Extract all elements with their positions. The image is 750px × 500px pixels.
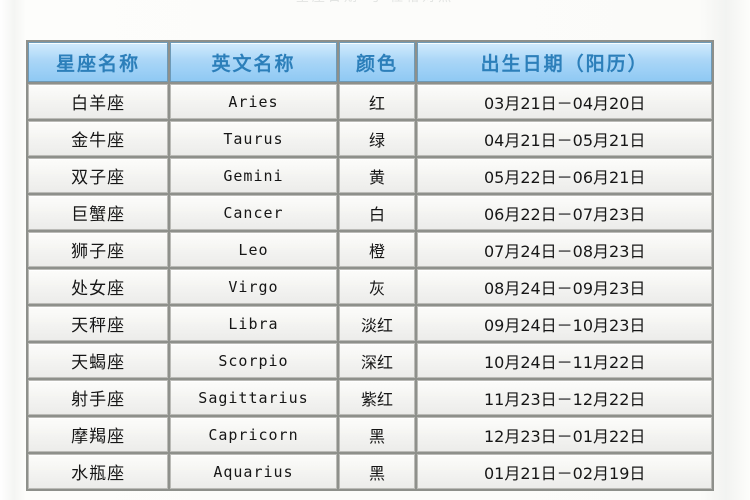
cell-zodiac-name: 处女座 (28, 269, 169, 304)
table-header: 星座名称 英文名称 颜色 出生日期（阳历） (28, 42, 712, 82)
column-header-english-name: 英文名称 (170, 42, 337, 82)
cell-english-name: Libra (170, 306, 337, 341)
cut-off-heading-text: 星座日期 与 性格对照 (296, 0, 454, 5)
cell-birth-date: 06月22日－07月23日 (417, 195, 712, 230)
cell-color: 灰 (338, 269, 416, 304)
table-row: 处女座 Virgo 灰 08月24日－09月23日 (28, 269, 712, 304)
cell-color: 深红 (338, 343, 416, 378)
cell-birth-date: 12月23日－01月22日 (417, 417, 712, 452)
cell-english-name: Leo (170, 232, 337, 267)
cell-english-name: Aries (170, 84, 337, 119)
cell-color: 红 (338, 84, 416, 119)
column-header-zodiac-name: 星座名称 (28, 42, 169, 82)
cell-zodiac-name: 金牛座 (28, 121, 169, 156)
table-row: 摩羯座 Capricorn 黑 12月23日－01月22日 (28, 417, 712, 452)
table-row: 天蝎座 Scorpio 深红 10月24日－11月22日 (28, 343, 712, 378)
cell-english-name: Aquarius (170, 454, 337, 489)
table-row: 天秤座 Libra 淡红 09月24日－10月23日 (28, 306, 712, 341)
cell-birth-date: 04月21日－05月21日 (417, 121, 712, 156)
cell-english-name: Sagittarius (170, 380, 337, 415)
cell-birth-date: 03月21日－04月20日 (417, 84, 712, 119)
table-row: 金牛座 Taurus 绿 04月21日－05月21日 (28, 121, 712, 156)
cell-zodiac-name: 射手座 (28, 380, 169, 415)
table-row: 水瓶座 Aquarius 黑 01月21日－02月19日 (28, 454, 712, 489)
column-header-color: 颜色 (338, 42, 416, 82)
cell-color: 淡红 (338, 306, 416, 341)
cell-color: 黑 (338, 417, 416, 452)
cell-zodiac-name: 水瓶座 (28, 454, 169, 489)
cell-zodiac-name: 巨蟹座 (28, 195, 169, 230)
cell-color: 绿 (338, 121, 416, 156)
cell-english-name: Scorpio (170, 343, 337, 378)
cell-color: 白 (338, 195, 416, 230)
table-body: 白羊座 Aries 红 03月21日－04月20日 金牛座 Taurus 绿 04月21日－0… (28, 84, 712, 489)
table-row: 射手座 Sagittarius 紫红 11月23日－12月22日 (28, 380, 712, 415)
cell-birth-date: 11月23日－12月22日 (417, 380, 712, 415)
cell-english-name: Cancer (170, 195, 337, 230)
cell-color: 橙 (338, 232, 416, 267)
cut-off-heading-strip: 星座日期 与 性格对照 (0, 0, 750, 10)
cell-zodiac-name: 天蝎座 (28, 343, 169, 378)
cell-zodiac-name: 天秤座 (28, 306, 169, 341)
cell-english-name: Gemini (170, 158, 337, 193)
zodiac-table: 星座名称 英文名称 颜色 出生日期（阳历） 白羊座 Aries 红 03月21日－04… (26, 40, 714, 491)
cell-color: 紫红 (338, 380, 416, 415)
table-row: 狮子座 Leo 橙 07月24日－08月23日 (28, 232, 712, 267)
cell-birth-date: 01月21日－02月19日 (417, 454, 712, 489)
cell-color: 黄 (338, 158, 416, 193)
cell-zodiac-name: 白羊座 (28, 84, 169, 119)
cell-english-name: Capricorn (170, 417, 337, 452)
table-row: 白羊座 Aries 红 03月21日－04月20日 (28, 84, 712, 119)
cell-zodiac-name: 双子座 (28, 158, 169, 193)
cell-birth-date: 08月24日－09月23日 (417, 269, 712, 304)
cell-birth-date: 05月22日－06月21日 (417, 158, 712, 193)
cell-birth-date: 07月24日－08月23日 (417, 232, 712, 267)
cell-zodiac-name: 狮子座 (28, 232, 169, 267)
table-header-row: 星座名称 英文名称 颜色 出生日期（阳历） (28, 42, 712, 82)
zodiac-table-container: 星座名称 英文名称 颜色 出生日期（阳历） 白羊座 Aries 红 03月21日－04… (26, 40, 714, 491)
cell-birth-date: 09月24日－10月23日 (417, 306, 712, 341)
cell-english-name: Taurus (170, 121, 337, 156)
cell-birth-date: 10月24日－11月22日 (417, 343, 712, 378)
cell-english-name: Virgo (170, 269, 337, 304)
table-row: 双子座 Gemini 黄 05月22日－06月21日 (28, 158, 712, 193)
column-header-birth-date: 出生日期（阳历） (417, 42, 712, 82)
cell-zodiac-name: 摩羯座 (28, 417, 169, 452)
table-row: 巨蟹座 Cancer 白 06月22日－07月23日 (28, 195, 712, 230)
cell-color: 黑 (338, 454, 416, 489)
